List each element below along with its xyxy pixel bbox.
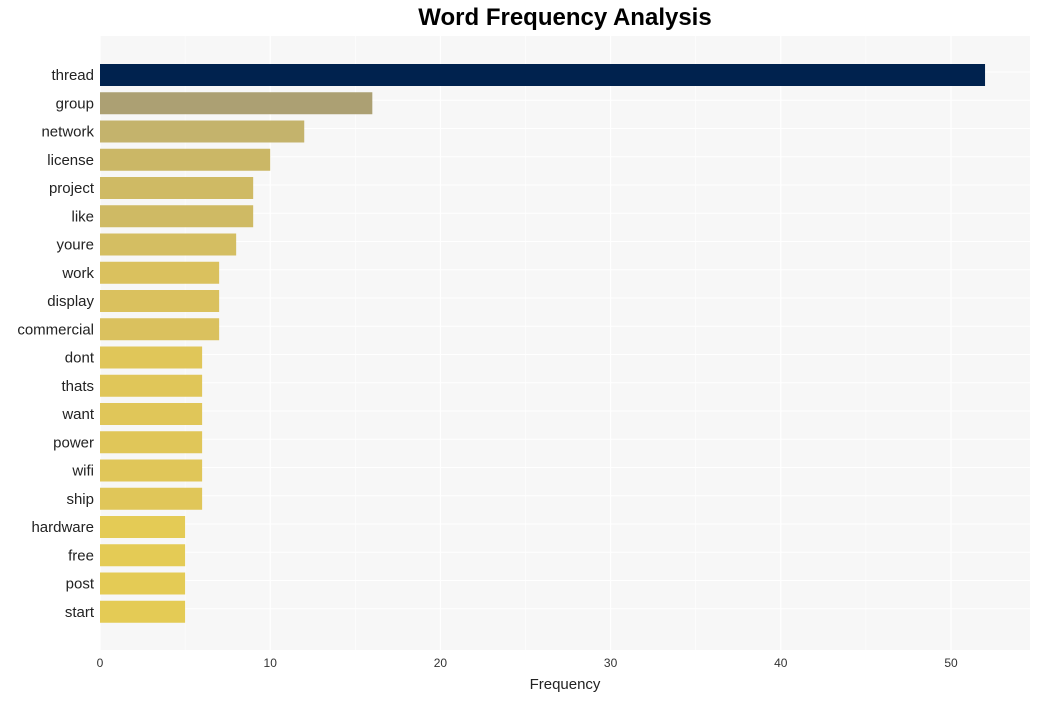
category-label: commercial: [17, 321, 94, 338]
bar-start: [100, 601, 185, 623]
category-labels: thread group network license project like your…: [17, 67, 95, 621]
category-label: thread: [51, 67, 94, 84]
category-label: free: [68, 547, 94, 564]
bar-dont: [100, 347, 202, 369]
category-label: hardware: [31, 519, 94, 536]
category-label: group: [56, 95, 94, 112]
bar-work: [100, 262, 219, 284]
bar-wifi: [100, 460, 202, 482]
bar-commercial: [100, 318, 219, 340]
category-label: youre: [56, 237, 94, 254]
bar-youre: [100, 234, 236, 256]
x-tick-label: 10: [264, 656, 278, 670]
bar-like: [100, 205, 253, 227]
bar-project: [100, 177, 253, 199]
category-label: project: [49, 180, 95, 197]
bar-free: [100, 544, 185, 566]
category-label: like: [71, 208, 94, 225]
category-label: display: [47, 293, 94, 310]
x-tick-labels: 0 10 20 30 40 50: [97, 656, 958, 670]
category-label: dont: [65, 350, 95, 367]
bar-chart: thread group network license project like your…: [0, 0, 1040, 701]
category-label: wifi: [71, 463, 94, 480]
x-tick-label: 40: [774, 656, 788, 670]
x-tick-label: 30: [604, 656, 618, 670]
bar-power: [100, 431, 202, 453]
category-label: ship: [66, 491, 94, 508]
category-label: post: [66, 576, 95, 593]
bar-ship: [100, 488, 202, 510]
category-label: power: [53, 434, 94, 451]
bar-post: [100, 573, 185, 595]
bar-thread: [100, 64, 985, 86]
category-label: work: [61, 265, 94, 282]
x-axis-title: Frequency: [530, 676, 601, 693]
x-tick-label: 20: [434, 656, 448, 670]
category-label: license: [47, 152, 94, 169]
category-label: network: [41, 124, 94, 141]
bar-want: [100, 403, 202, 425]
bar-thats: [100, 375, 202, 397]
bar-hardware: [100, 516, 185, 538]
bar-group: [100, 92, 372, 114]
bar-display: [100, 290, 219, 312]
bar-network: [100, 121, 304, 143]
category-label: want: [61, 406, 95, 423]
x-tick-label: 0: [97, 656, 104, 670]
category-label: start: [65, 604, 95, 621]
bar-license: [100, 149, 270, 171]
category-label: thats: [61, 378, 94, 395]
x-tick-label: 50: [944, 656, 958, 670]
